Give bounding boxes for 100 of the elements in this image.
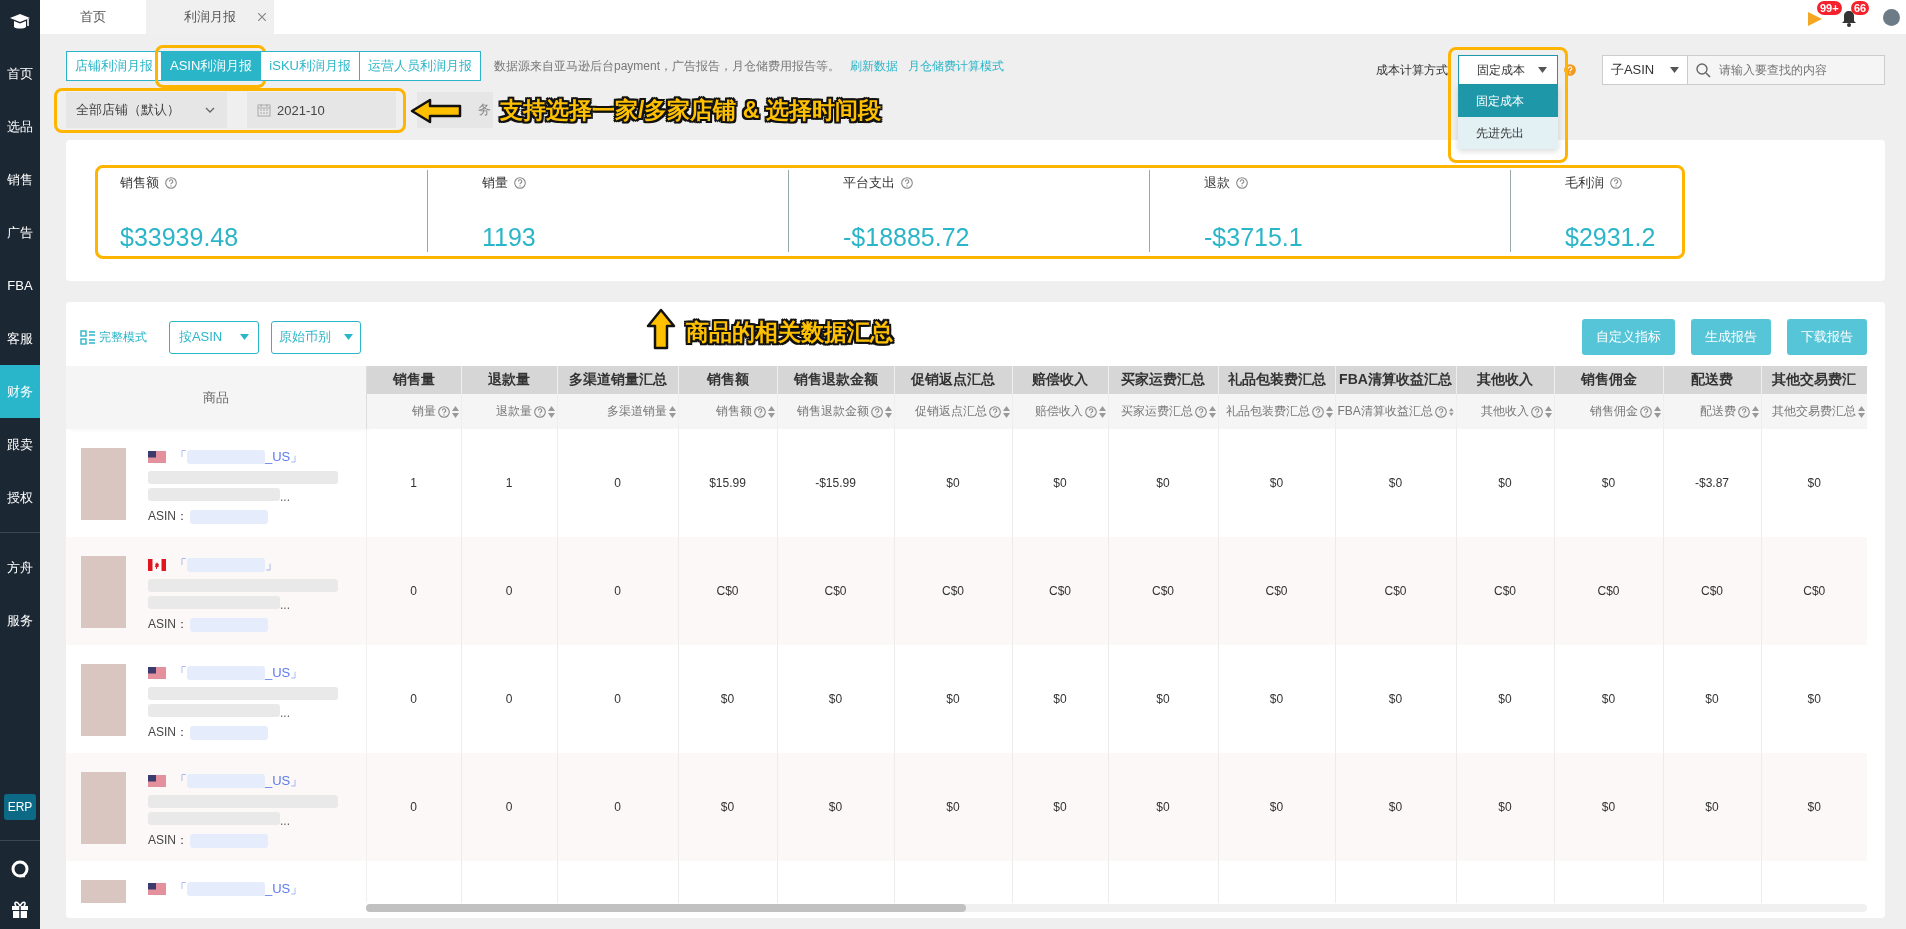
sidebar-item[interactable]: 授权 — [0, 471, 40, 524]
store-link[interactable]: 「 — [174, 448, 187, 466]
sidebar-item[interactable]: 广告 — [0, 206, 40, 259]
metric-label: 退款 — [1204, 173, 1230, 192]
us-flag-icon — [148, 667, 166, 679]
table-cell: C$0 — [1335, 537, 1456, 645]
erp-button[interactable]: ERP — [3, 794, 37, 820]
metric-value: -$18885.72 — [843, 222, 971, 252]
metric-label: 毛利润 — [1565, 173, 1604, 192]
column-subheader: 销售额 — [715, 403, 752, 420]
metric-value: -$3715.1 — [1204, 222, 1304, 252]
metric-value: $33939.48 — [120, 222, 240, 252]
store-select[interactable]: 全部店铺（默认） — [66, 92, 227, 128]
sidebar-item[interactable]: 财务 — [0, 365, 40, 418]
photo-placeholder — [81, 772, 126, 844]
dropdown-option[interactable]: 先进先出 — [1458, 117, 1558, 149]
gift-icon[interactable] — [10, 899, 30, 919]
table-cell: $0 — [1456, 753, 1554, 861]
scrollbar-thumb[interactable] — [366, 904, 967, 912]
count-badge: 66 — [1851, 1, 1870, 15]
arrow-icon — [646, 308, 676, 350]
column-subheader: 其他收入 — [1480, 403, 1529, 420]
column-subheader: 销售佣金 — [1589, 403, 1638, 420]
table-cell: $0 — [1335, 753, 1456, 861]
sidebar-item[interactable]: 跟卖 — [0, 418, 40, 471]
link[interactable]: 刷新数据 — [850, 57, 898, 75]
sidebar-item[interactable]: 首页 — [0, 47, 40, 100]
report-tab[interactable]: ASIN利润月报 — [161, 51, 262, 81]
store-link[interactable]: 「 — [174, 772, 187, 790]
page-tab[interactable]: 利润月报 — [146, 0, 274, 34]
table-cell: C$0 — [1218, 537, 1335, 645]
store-link[interactable]: 」 — [265, 556, 278, 574]
dropdown[interactable]: 原始币别 — [271, 320, 361, 354]
bell-icon[interactable] — [1841, 10, 1857, 27]
report-tab[interactable]: iSKU利润月报 — [260, 51, 360, 81]
sort-icon — [1544, 405, 1552, 418]
metric-label: 销量 — [482, 173, 508, 192]
help-icon — [165, 176, 177, 189]
column-header: FBA清算收益汇总 — [1335, 366, 1456, 394]
close-icon[interactable] — [258, 13, 266, 21]
metric-label: 平台支出 — [843, 173, 895, 192]
flag-icon[interactable] — [1807, 11, 1823, 27]
arrow-icon — [410, 97, 462, 124]
asin-label: ASIN： — [148, 832, 188, 849]
photo-placeholder — [81, 880, 126, 903]
column-subheader: 赔偿收入 — [1034, 403, 1083, 420]
table-cell: 0 — [557, 537, 678, 645]
annotation-label: 商品的相关数据汇总 — [686, 318, 893, 347]
chevron-icon — [205, 107, 215, 113]
column-subheader: 促销返点汇总 — [914, 403, 987, 420]
table-cell: 0 — [366, 537, 461, 645]
link[interactable]: 月仓储费计算模式 — [908, 57, 1004, 75]
store-link[interactable]: _US」 — [265, 448, 304, 466]
help-icon — [1236, 176, 1248, 189]
column-subheader: 礼品包装费汇总 — [1225, 403, 1310, 420]
dropdown-option[interactable]: 固定成本 — [1458, 85, 1558, 117]
sort-icon — [1002, 405, 1010, 418]
table-cell: 0 — [461, 753, 557, 861]
table-cell: C$0 — [1663, 537, 1761, 645]
ellipsis-text: ... — [280, 707, 290, 719]
table-cell: $0 — [1663, 753, 1761, 861]
column-header: 礼品包装费汇总 — [1218, 366, 1335, 394]
sidebar-item[interactable]: 选品 — [0, 100, 40, 153]
date-field[interactable]: 2021-10 — [247, 92, 396, 128]
store-link[interactable]: _US」 — [265, 772, 304, 790]
store-link[interactable]: _US」 — [265, 880, 304, 898]
store-link[interactable]: 「 — [174, 664, 187, 682]
column-header: 其他交易费汇 — [1761, 366, 1867, 394]
report-tab[interactable]: 运营人员利润月报 — [358, 51, 481, 81]
column-header: 销售退款金额 — [777, 366, 894, 394]
column-subheader: 销量 — [411, 403, 436, 420]
table-cell: C$0 — [1554, 537, 1663, 645]
store-link[interactable]: 「 — [174, 880, 187, 898]
column-subheader: 销售退款金额 — [796, 403, 869, 420]
store-link[interactable]: _US」 — [265, 664, 304, 682]
column-header: 赔偿收入 — [1012, 366, 1108, 394]
column-header: 销售额 — [678, 366, 777, 394]
sidebar-item[interactable]: 客服 — [0, 312, 40, 365]
asin-label: ASIN： — [148, 616, 188, 633]
sort-icon — [668, 405, 676, 418]
view-mode-link[interactable]: 完整模式 — [80, 328, 147, 346]
store-link[interactable]: 「 — [174, 556, 187, 574]
us-flag-icon — [148, 883, 166, 895]
sidebar-item[interactable]: 销售 — [0, 153, 40, 206]
sidebar-item[interactable]: 方舟 — [0, 541, 40, 594]
dropdown[interactable]: 按ASIN — [169, 320, 259, 354]
sort-icon — [1098, 405, 1106, 418]
ellipsis-text: ... — [280, 599, 290, 611]
grid-icon — [80, 329, 95, 345]
report-tab[interactable]: 店铺利润月报 — [66, 51, 162, 81]
table-cell: $0 — [777, 753, 894, 861]
sidebar-item[interactable]: 服务 — [0, 594, 40, 647]
column-subheader: FBA清算收益汇总 — [1337, 403, 1433, 420]
table-cell: $0 — [1108, 753, 1218, 861]
column-subheader: 买家运费汇总 — [1120, 403, 1193, 420]
avatar[interactable] — [1883, 8, 1900, 26]
cost-method-select[interactable]: 固定成本 — [1458, 55, 1558, 85]
table-cell: 0 — [366, 753, 461, 861]
table-cell: C$0 — [1108, 537, 1218, 645]
sidebar-item[interactable]: FBA — [0, 259, 40, 312]
